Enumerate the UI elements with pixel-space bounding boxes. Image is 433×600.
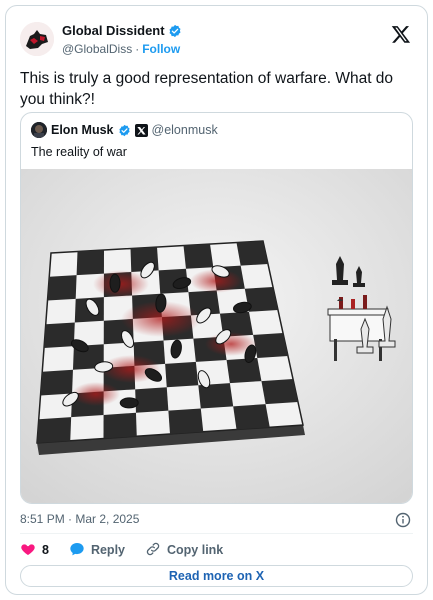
tweet-embed-card: Global Dissident @GlobalDiss · Follow Th… bbox=[5, 5, 428, 595]
divider bbox=[20, 533, 413, 534]
fallen-chess-piece bbox=[119, 397, 139, 409]
board-square bbox=[37, 417, 72, 443]
board-square bbox=[233, 404, 270, 430]
board-square bbox=[47, 275, 77, 301]
tweet-header: Global Dissident @GlobalDiss · Follow bbox=[20, 20, 413, 60]
verified-badge-icon bbox=[118, 124, 131, 137]
heart-icon bbox=[20, 541, 36, 560]
follow-button[interactable]: Follow bbox=[142, 42, 180, 56]
like-count: 8 bbox=[42, 543, 49, 557]
verified-badge-icon bbox=[168, 24, 182, 38]
board-square bbox=[236, 241, 268, 266]
board-square bbox=[183, 244, 214, 269]
author-name-row: Global Dissident bbox=[62, 23, 182, 38]
chessboard-illustration bbox=[21, 169, 412, 503]
reply-bubble-icon bbox=[69, 541, 85, 560]
board-square bbox=[103, 412, 137, 439]
like-button[interactable]: 8 bbox=[20, 541, 49, 560]
quoted-author-handle[interactable]: @elonmusk bbox=[152, 123, 218, 137]
board-square bbox=[40, 369, 73, 396]
quoted-tweet[interactable]: Elon Musk @elonmusk The reality of war bbox=[20, 112, 413, 504]
quoted-media-image[interactable] bbox=[21, 169, 412, 503]
tweet-meta: 8:51 PM · Mar 2, 2025 bbox=[20, 512, 411, 528]
copy-link-button[interactable]: Copy link bbox=[145, 541, 223, 560]
board-square bbox=[135, 387, 169, 413]
copy-link-label: Copy link bbox=[167, 543, 224, 557]
read-more-button[interactable]: Read more on X bbox=[20, 565, 413, 587]
fallen-chess-piece bbox=[109, 273, 121, 293]
quoted-header: Elon Musk @elonmusk bbox=[31, 122, 218, 138]
author-avatar[interactable] bbox=[20, 22, 54, 56]
reply-button[interactable]: Reply bbox=[69, 541, 125, 560]
board-square bbox=[76, 250, 104, 276]
info-icon[interactable] bbox=[395, 512, 411, 528]
quoted-author-name[interactable]: Elon Musk bbox=[51, 123, 114, 137]
action-bar: 8 Reply Copy link bbox=[20, 539, 413, 561]
author-name[interactable]: Global Dissident bbox=[62, 23, 165, 38]
tweet-text: This is truly a good representation of w… bbox=[20, 70, 394, 108]
board-square bbox=[168, 408, 204, 434]
board-square bbox=[44, 322, 75, 348]
board-square bbox=[165, 361, 199, 388]
quoted-avatar[interactable] bbox=[31, 122, 47, 138]
link-icon bbox=[145, 541, 161, 560]
author-handle-row: @GlobalDiss · Follow bbox=[62, 42, 180, 56]
separator-dot: · bbox=[135, 42, 140, 56]
quoted-text: The reality of war bbox=[31, 145, 127, 159]
tweet-timestamp[interactable]: 8:51 PM · Mar 2, 2025 bbox=[20, 512, 139, 526]
reply-label: Reply bbox=[90, 543, 125, 557]
board-square bbox=[253, 333, 288, 358]
author-handle[interactable]: @GlobalDiss bbox=[62, 42, 132, 56]
board-square bbox=[261, 379, 298, 405]
affiliation-x-badge-icon bbox=[134, 123, 148, 137]
board-square bbox=[226, 357, 262, 384]
x-logo-icon[interactable] bbox=[391, 24, 411, 44]
